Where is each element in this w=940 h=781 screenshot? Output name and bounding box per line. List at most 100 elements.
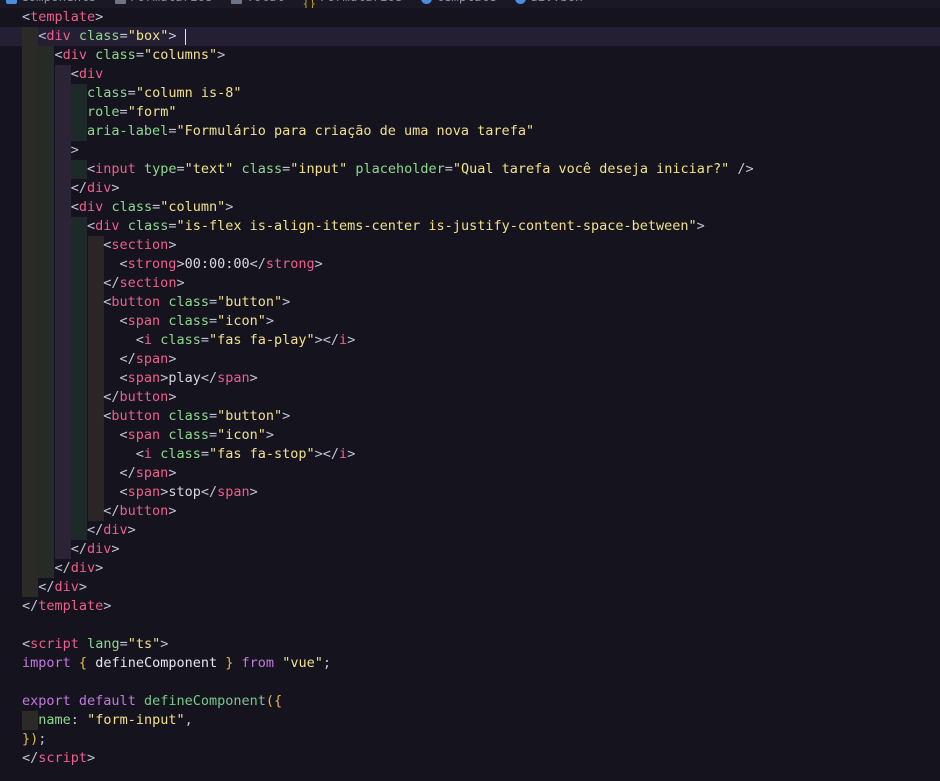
code-line[interactable]: </script> [0,749,940,768]
code-line[interactable]: <span class="icon"> [0,312,940,331]
token-punc: > [160,636,169,652]
folder-icon [231,0,243,4]
token-attr: class [87,85,128,101]
code-line[interactable]: </div> [0,179,940,198]
token-tag: div [62,47,88,63]
token-attr: class [127,218,169,234]
code-line-text: <div class="box"> [22,27,176,46]
code-line[interactable]: <template> [0,8,940,27]
token-punc: </ [22,541,88,557]
code-line[interactable]: </span> [0,350,940,369]
token-punc: < [22,218,96,234]
code-line[interactable]: role="form" [0,103,940,122]
token-attr: placeholder [355,161,445,177]
token-tag: span [127,484,161,500]
token-attr: class [78,28,120,44]
code-editor[interactable]: <template> <div class="box"> <div class=… [0,8,940,781]
code-line[interactable]: <span>stop</span> [0,483,940,502]
token-punc: > [249,370,258,386]
text-cursor [184,29,186,45]
token-punc: > [225,199,234,215]
token-punc: > [347,446,356,462]
token-punc: > [168,503,177,519]
token-attr: lang [87,636,120,652]
code-line[interactable]: </template> [0,597,940,616]
token-punc: > [95,560,104,576]
breadcrumb[interactable]: components > Formularios > Total > {} Formulari… [0,0,940,8]
code-line[interactable]: <script lang="ts"> [0,635,940,654]
code-line[interactable]: <section> [0,236,940,255]
token-punc: ; [322,655,331,671]
code-line-text: </span> [22,464,177,483]
code-line[interactable]: </div> [0,578,940,597]
code-line-text: </template> [22,597,111,616]
token-punc: , [184,712,193,728]
token-punc: < [22,332,144,348]
code-line[interactable]: </div> [0,559,940,578]
code-line[interactable]: <i class="fas fa-stop"></i> [0,445,940,464]
token-str: "vue" [282,655,323,671]
code-line[interactable]: <div class="is-flex is-align-items-cente… [0,217,940,236]
code-line[interactable]: <span class="icon"> [0,426,940,445]
code-line[interactable]: <button class="button"> [0,293,940,312]
token-punc: </ [200,484,218,500]
token-punc: > [176,256,185,272]
code-line-text: </div> [22,540,120,559]
token-str: "fas fa-play" [208,332,315,348]
token-attr: class [168,427,209,443]
code-line[interactable]: > [0,141,940,160]
token-attr: class [95,47,136,63]
token-str: "icon" [217,313,266,329]
code-line[interactable] [0,616,940,635]
code-line[interactable]: </button> [0,388,940,407]
code-line[interactable]: </button> [0,502,940,521]
breadcrumb-item-label: template [436,0,496,8]
code-line[interactable]: name: "form-input", [0,711,940,730]
token-punc: = [208,294,218,310]
breadcrumb-item-components[interactable]: components [6,0,96,8]
breadcrumb-item-template[interactable]: template [421,0,496,8]
code-line[interactable]: class="column is-8" [0,84,940,103]
code-line[interactable]: import { defineComponent } from "vue"; [0,654,940,673]
code-line[interactable]: }); [0,730,940,749]
code-line[interactable]: <div class="columns"> [0,46,940,65]
breadcrumb-item-div-box[interactable]: div.box [515,0,583,8]
token-punc: > [103,598,112,614]
code-line[interactable]: </span> [0,464,940,483]
code-line[interactable]: <span>play</span> [0,369,940,388]
token-tag: strong [265,256,315,272]
token-punc: : [70,712,79,728]
breadcrumb-item-formularios[interactable]: Formularios [114,0,213,8]
token-punc: > [347,332,356,348]
code-line-text: <span class="icon"> [22,312,275,331]
code-line-text: </div> [22,521,136,540]
token-tag: span [127,313,161,329]
breadcrumb-item-total[interactable]: Total [231,0,284,8]
token-punc: < [22,408,112,424]
breadcrumb-item-formularios[interactable]: {} Formularios [303,0,403,8]
token-punc: = [119,28,128,44]
code-line-text: </span> [22,350,177,369]
code-line[interactable]: </div> [0,540,940,559]
code-line[interactable]: <input type="text" class="input" placeho… [0,160,940,179]
code-line[interactable]: </div> [0,521,940,540]
code-line[interactable]: export default defineComponent({ [0,692,940,711]
code-line[interactable]: </section> [0,274,940,293]
code-line[interactable]: <div [0,65,940,84]
code-line-text: > [22,141,79,160]
code-line[interactable] [0,673,940,692]
code-line[interactable]: aria-label="Formulário para criação de u… [0,122,940,141]
code-line[interactable]: <div class="column"> [0,198,940,217]
token-tag: i [339,332,348,348]
code-line[interactable]: <button class="button"> [0,407,940,426]
token-punc: </ [22,275,120,291]
token-tag: div [78,199,104,215]
code-line[interactable]: <strong>00:00:00</strong> [0,255,940,274]
token-str: "button" [217,408,283,424]
token-tag: button [119,389,169,405]
code-line[interactable]: <i class="fas fa-play"></i> [0,331,940,350]
token-tag: div [87,541,112,557]
code-line[interactable]: <div class="box"> [0,27,940,46]
